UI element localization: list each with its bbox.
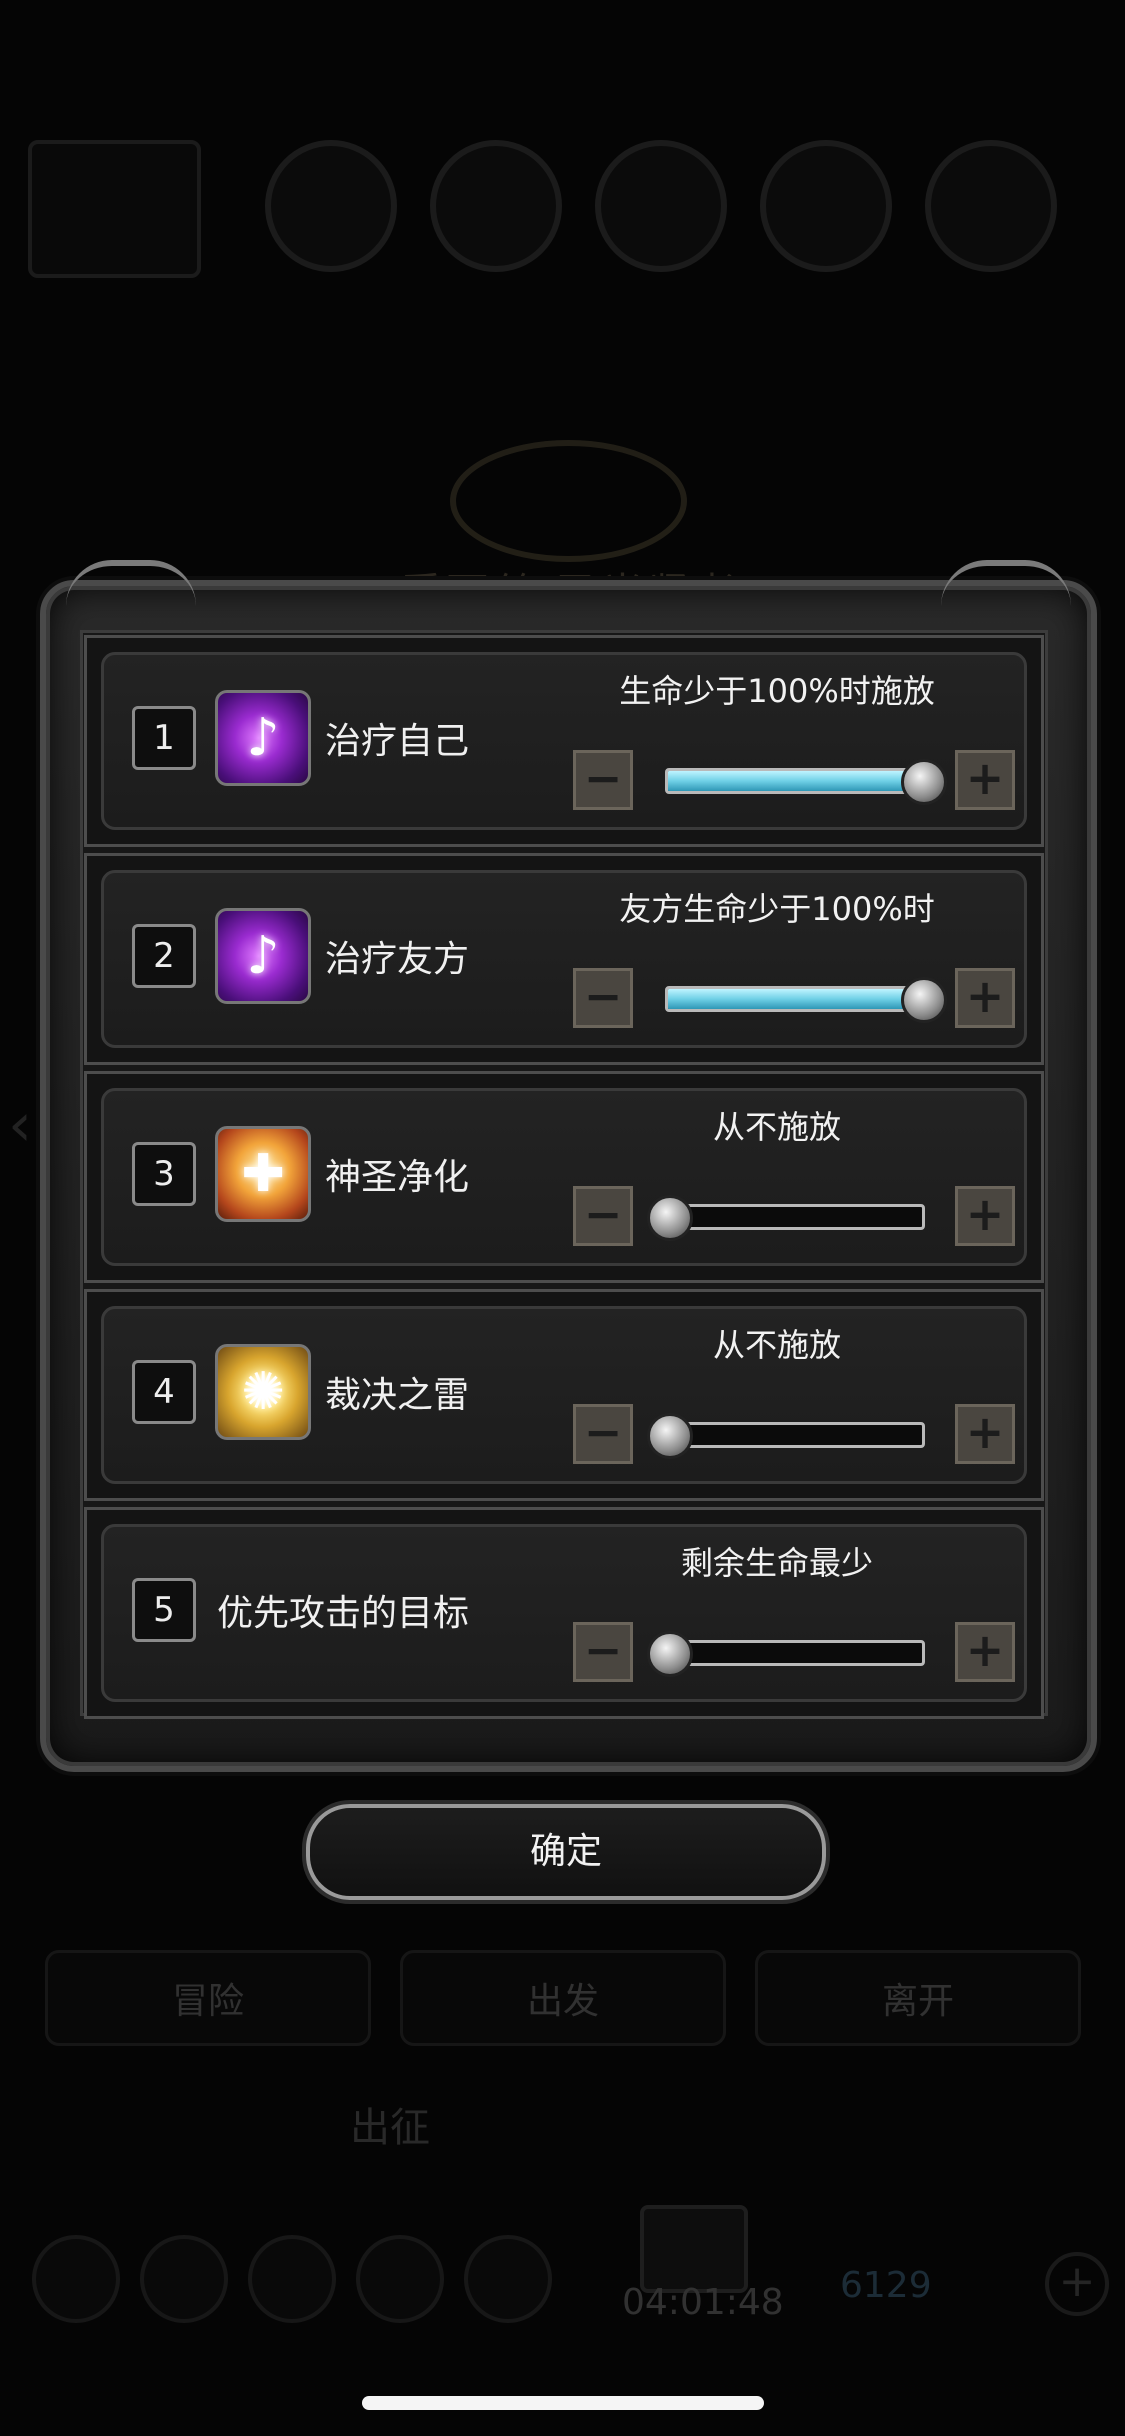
- chest-timer: 04:01:48: [622, 2282, 784, 2323]
- chevron-left-icon: ‹: [8, 1090, 32, 1160]
- holy-purify-icon: ✚: [215, 1126, 311, 1222]
- decrease-button[interactable]: −: [573, 750, 633, 810]
- skill-slot-icon: [430, 140, 562, 272]
- cast-condition: 剩余生命最少: [680, 1544, 873, 1582]
- purple-heal-icon: ♪: [215, 908, 311, 1004]
- skill-name: 神圣净化: [325, 1157, 470, 1198]
- slider-fill: [668, 989, 922, 1009]
- slider-fill: [668, 771, 922, 791]
- skill-row: 2 ♪ 治疗友方 友方生命少于100%时 − +: [84, 853, 1044, 1065]
- slider-knob[interactable]: [901, 759, 947, 805]
- condition-slider[interactable]: [665, 768, 925, 794]
- thunder-judgement-icon: ✺: [215, 1344, 311, 1440]
- slider-knob[interactable]: [647, 1195, 693, 1241]
- chest-icon: [640, 2205, 748, 2293]
- hero-portrait-card: [28, 140, 201, 278]
- tab-depart: 出发: [400, 1950, 726, 2046]
- increase-button[interactable]: +: [955, 1186, 1015, 1246]
- skill-slot-icon: [595, 140, 727, 272]
- dock-icon: [464, 2235, 552, 2323]
- skill-name: 裁决之雷: [325, 1375, 470, 1416]
- slider-knob[interactable]: [647, 1413, 693, 1459]
- increase-button[interactable]: +: [955, 1622, 1015, 1682]
- skill-slot-icon: [265, 140, 397, 272]
- condition-slider[interactable]: [665, 1422, 925, 1448]
- dock-icon: [356, 2235, 444, 2323]
- expedition-label: 出征: [350, 2105, 430, 2151]
- skill-row: 5 优先攻击的目标 剩余生命最少 − +: [84, 1507, 1044, 1719]
- tab-adventure: 冒险: [45, 1950, 371, 2046]
- tab-leave: 离开: [755, 1950, 1081, 2046]
- hero-emblem-icon: [450, 440, 687, 562]
- cast-condition: 从不施放: [712, 1326, 841, 1364]
- increase-button[interactable]: +: [955, 968, 1015, 1028]
- condition-slider[interactable]: [665, 1640, 925, 1666]
- decrease-button[interactable]: −: [573, 1404, 633, 1464]
- cast-condition: 友方生命少于100%时: [619, 890, 935, 928]
- slider-knob[interactable]: [901, 977, 947, 1023]
- decrease-button[interactable]: −: [573, 968, 633, 1028]
- add-icon: +: [1045, 2252, 1109, 2316]
- cast-condition: 生命少于100%时施放: [619, 672, 935, 710]
- condition-slider[interactable]: [665, 1204, 925, 1230]
- row-number: 2: [132, 924, 196, 988]
- dock-icon: [32, 2235, 120, 2323]
- row-number: 4: [132, 1360, 196, 1424]
- purple-heal-icon: ♪: [215, 690, 311, 786]
- condition-slider[interactable]: [665, 986, 925, 1012]
- skill-name: 治疗友方: [325, 939, 470, 980]
- increase-button[interactable]: +: [955, 750, 1015, 810]
- skill-slot-icon: [925, 140, 1057, 272]
- target-priority-label: 优先攻击的目标: [217, 1593, 470, 1634]
- skill-name: 治疗自己: [325, 721, 470, 762]
- skill-row: 1 ♪ 治疗自己 生命少于100%时施放 − +: [84, 635, 1044, 847]
- increase-button[interactable]: +: [955, 1404, 1015, 1464]
- row-number: 5: [132, 1578, 196, 1642]
- skill-row: 3 ✚ 神圣净化 从不施放 − +: [84, 1071, 1044, 1283]
- slider-knob[interactable]: [647, 1631, 693, 1677]
- dock-icon: [248, 2235, 336, 2323]
- row-number: 3: [132, 1142, 196, 1206]
- cast-condition: 从不施放: [712, 1108, 841, 1146]
- row-number: 1: [132, 706, 196, 770]
- home-indicator: [362, 2396, 764, 2410]
- skill-row: 4 ✺ 裁决之雷 从不施放 − +: [84, 1289, 1044, 1501]
- skill-slot-icon: [760, 140, 892, 272]
- decrease-button[interactable]: −: [573, 1186, 633, 1246]
- dock-icon: [140, 2235, 228, 2323]
- confirm-button[interactable]: 确定: [306, 1804, 826, 1900]
- gem-count: 6129: [840, 2265, 932, 2306]
- decrease-button[interactable]: −: [573, 1622, 633, 1682]
